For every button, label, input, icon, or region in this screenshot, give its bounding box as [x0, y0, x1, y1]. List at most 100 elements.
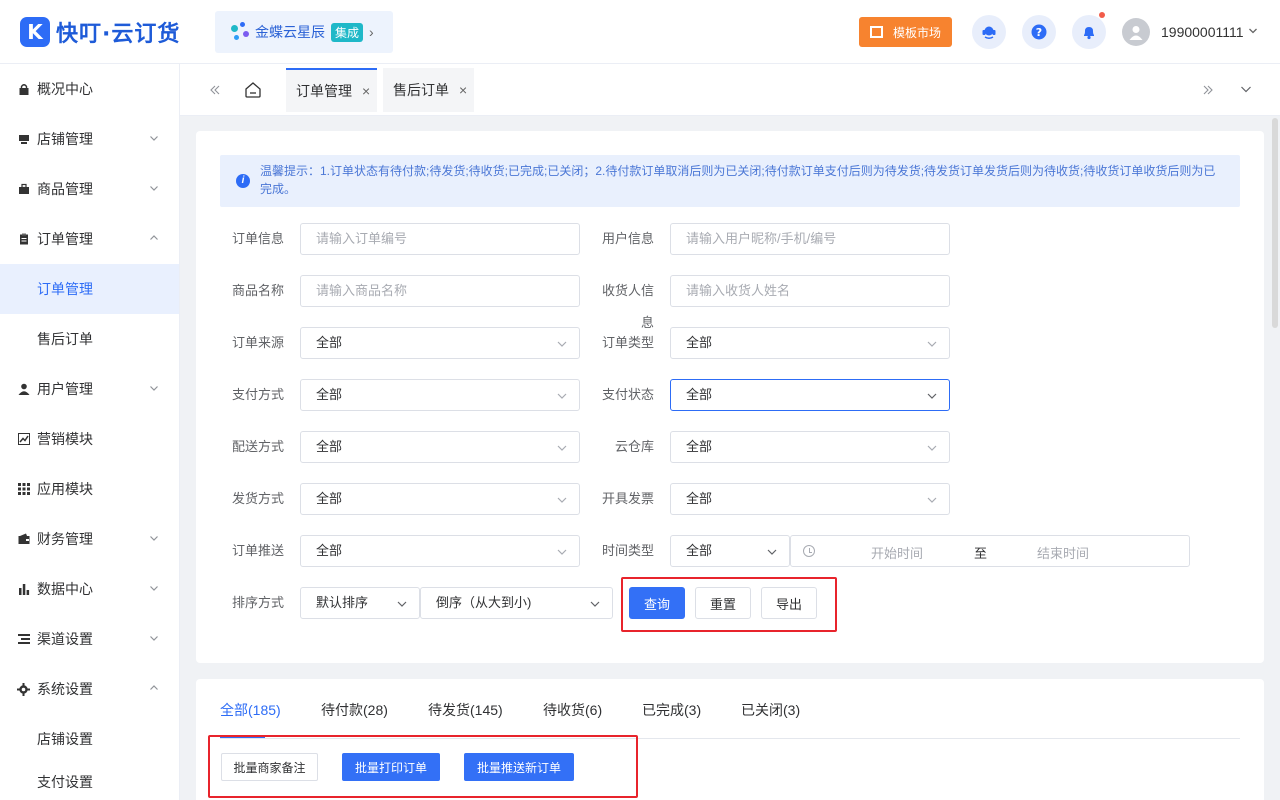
- chevron-down-icon: [150, 136, 158, 141]
- home-icon[interactable]: [244, 81, 262, 99]
- warehouse-label: 云仓库: [614, 439, 654, 454]
- sidebar-item-label: 概况中心: [37, 81, 93, 97]
- help-button[interactable]: ?: [1022, 15, 1056, 49]
- delivery-select[interactable]: 全部: [300, 431, 580, 463]
- double-chevron-right-icon[interactable]: [1202, 84, 1214, 96]
- sidebar-item-payment-settings[interactable]: 支付设置: [0, 764, 179, 800]
- tab-order-management[interactable]: 订单管理 ×: [286, 68, 377, 112]
- select-value: 全部: [316, 543, 343, 558]
- clipboard-icon: [17, 233, 30, 246]
- select-value: 默认排序: [316, 595, 369, 610]
- sidebar-item-label: 营销模块: [37, 431, 93, 447]
- sidebar-item-store-settings[interactable]: 店铺设置: [0, 714, 179, 764]
- template-market-button[interactable]: 模板市场: [859, 17, 952, 47]
- sidebar-item-label: 财务管理: [37, 531, 93, 547]
- avatar[interactable]: [1122, 18, 1150, 46]
- sidebar-item-finance[interactable]: 财务管理: [0, 514, 179, 564]
- sidebar-item-orders[interactable]: 订单管理: [0, 214, 179, 264]
- pay-status-select[interactable]: 全部: [670, 379, 950, 411]
- status-tab-all[interactable]: 全部(185): [220, 700, 281, 720]
- sidebar-item-apps[interactable]: 应用模块: [0, 464, 179, 514]
- select-value: 全部: [316, 439, 343, 454]
- help-icon: ?: [1031, 24, 1047, 40]
- logo[interactable]: K 快叮·云订货: [20, 16, 180, 48]
- highlight-box-batch: [208, 735, 638, 798]
- time-type-select[interactable]: 全部: [670, 535, 790, 567]
- chevron-down-icon: [150, 586, 158, 591]
- sidebar-item-channels[interactable]: 渠道设置: [0, 614, 179, 664]
- grid-icon: [17, 483, 30, 496]
- date-start-input[interactable]: 开始时间: [871, 543, 923, 562]
- sidebar-item-marketing[interactable]: 营销模块: [0, 414, 179, 464]
- select-value: 全部: [686, 491, 713, 506]
- highlight-box-actions: [621, 577, 837, 632]
- chevron-down-icon: [557, 341, 567, 347]
- wallet-icon: [17, 533, 30, 546]
- push-select[interactable]: 全部: [300, 535, 580, 567]
- ship-method-label: 发货方式: [231, 491, 284, 506]
- sidebar-item-overview[interactable]: 概况中心: [0, 64, 179, 114]
- chevron-down-icon: [927, 445, 937, 451]
- order-type-select[interactable]: 全部: [670, 327, 950, 359]
- warehouse-select[interactable]: 全部: [670, 431, 950, 463]
- top-header: K 快叮·云订货 金蝶云星辰 集成 › 模板市场 ? 19900001111: [0, 0, 1280, 64]
- brand-dots-icon: [229, 21, 251, 43]
- sidebar-item-users[interactable]: 用户管理: [0, 364, 179, 414]
- customer-service-button[interactable]: [972, 15, 1006, 49]
- order-source-select[interactable]: 全部: [300, 327, 580, 359]
- chevron-down-icon[interactable]: [1248, 24, 1258, 38]
- notification-dot: [1099, 12, 1105, 18]
- brand-switcher[interactable]: 金蝶云星辰 集成 ›: [215, 11, 393, 53]
- sidebar-item-label: 商品管理: [37, 181, 93, 197]
- date-range-picker[interactable]: 开始时间 至 结束时间: [790, 535, 1190, 567]
- select-value: 全部: [686, 387, 713, 402]
- receiver-input[interactable]: 请输入收货人姓名: [670, 275, 950, 307]
- status-tab-pending-shipment[interactable]: 待发货(145): [428, 700, 503, 720]
- chevron-down-icon: [557, 549, 567, 555]
- status-tab-closed[interactable]: 已关闭(3): [741, 700, 800, 720]
- sort-order-select[interactable]: 倒序（从大到小): [420, 587, 613, 619]
- chevron-down-icon[interactable]: [1240, 83, 1252, 95]
- tab-after-sales[interactable]: 售后订单 ×: [383, 68, 474, 112]
- user-phone[interactable]: 19900001111: [1161, 24, 1244, 40]
- sidebar: 概况中心 店铺管理 商品管理 订单管理 订单管理 售后订单 用户管理 营销模块 …: [0, 64, 180, 800]
- status-tab-completed[interactable]: 已完成(3): [642, 700, 701, 720]
- svg-text:?: ?: [1036, 26, 1042, 39]
- notification-button[interactable]: [1072, 12, 1106, 49]
- chevron-down-icon: [150, 386, 158, 391]
- user-info-label: 用户信息: [601, 231, 654, 246]
- order-info-input[interactable]: 请输入订单编号: [300, 223, 580, 255]
- chevron-down-icon: [590, 601, 600, 607]
- headset-icon: [982, 26, 996, 39]
- sort-field-select[interactable]: 默认排序: [300, 587, 420, 619]
- sidebar-item-store[interactable]: 店铺管理: [0, 114, 179, 164]
- sidebar-item-label: 系统设置: [37, 681, 93, 697]
- status-tab-pending-receipt[interactable]: 待收货(6): [543, 700, 602, 720]
- close-icon[interactable]: ×: [459, 82, 467, 98]
- double-chevron-left-icon[interactable]: [209, 84, 221, 96]
- sidebar-item-label: 订单管理: [37, 281, 93, 297]
- sidebar-item-order-management[interactable]: 订单管理: [0, 264, 179, 314]
- page-scrollbar[interactable]: [1272, 118, 1278, 328]
- select-value: 全部: [316, 387, 343, 402]
- status-tab-pending-payment[interactable]: 待付款(28): [321, 700, 388, 720]
- sidebar-item-label: 应用模块: [37, 481, 93, 497]
- chevron-right-icon: ›: [369, 24, 374, 40]
- sidebar-item-after-sales[interactable]: 售后订单: [0, 314, 179, 364]
- goods-name-input[interactable]: 请输入商品名称: [300, 275, 580, 307]
- date-end-input[interactable]: 结束时间: [1037, 543, 1089, 562]
- invoice-select[interactable]: 全部: [670, 483, 950, 515]
- ship-method-select[interactable]: 全部: [300, 483, 580, 515]
- goods-name-label: 商品名称: [231, 283, 284, 298]
- pay-method-select[interactable]: 全部: [300, 379, 580, 411]
- gear-icon: [17, 682, 30, 696]
- close-icon[interactable]: ×: [362, 83, 370, 99]
- tab-label: 售后订单: [393, 82, 449, 98]
- sidebar-item-data-center[interactable]: 数据中心: [0, 564, 179, 614]
- bell-icon: [1084, 27, 1094, 40]
- chevron-down-icon: [767, 549, 777, 555]
- sidebar-item-system-settings[interactable]: 系统设置: [0, 664, 179, 714]
- chevron-down-icon: [397, 601, 407, 607]
- sidebar-item-goods[interactable]: 商品管理: [0, 164, 179, 214]
- user-info-input[interactable]: 请输入用户昵称/手机/编号: [670, 223, 950, 255]
